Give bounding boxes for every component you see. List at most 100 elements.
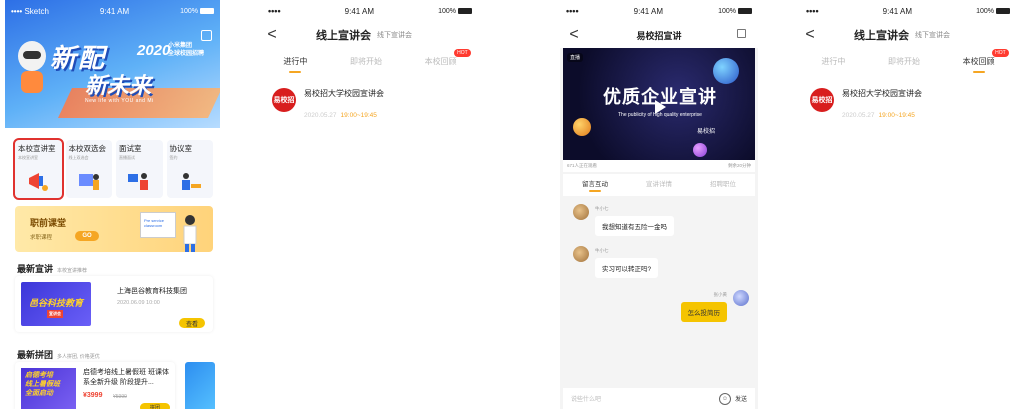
message-user: 牛小七 (595, 206, 609, 211)
hot-badge: HOT (454, 48, 471, 57)
feature-agreement-room[interactable]: 协议室 签约 (166, 140, 213, 198)
status-time: 9:41 AM (99, 6, 130, 16)
lecture-title: 易校招大学校园宣讲会 (842, 89, 922, 98)
battery-icon (458, 8, 472, 14)
send-area: ☺ 发送 (718, 392, 747, 405)
tab-review[interactable]: 本校回顾 HOT (963, 48, 1009, 73)
tab-label: 本校回顾 (424, 56, 457, 66)
battery: 100% (718, 8, 752, 15)
people-icon (78, 174, 99, 190)
tab-ongoing[interactable]: 进行中 (283, 56, 307, 73)
status-bar: •••• 9:41 AM 100% (800, 0, 1016, 22)
thumb-text: 邑谷科技教育 (29, 298, 84, 308)
group-buy-card-2[interactable] (185, 362, 215, 409)
nav-bar: < 线上宣讲会 线下宣讲会 (800, 22, 1016, 48)
back-icon[interactable]: < (800, 26, 820, 44)
comment-bar: 说些什么吧 ☺ 发送 (563, 388, 755, 409)
course-thumbnail: 启德考培 线上暑假班 全面启动 (21, 368, 76, 409)
send-button[interactable]: 发送 (735, 394, 747, 403)
section-title: 最新宣讲 (17, 264, 54, 274)
career-class-banner[interactable]: 职前课堂 求职课程 GO Pre service classroom (15, 206, 213, 252)
share-icon[interactable] (737, 29, 746, 38)
tab-review[interactable]: 本校回顾 HOT (424, 48, 471, 73)
tab-details[interactable]: 宣讲详情 (646, 178, 672, 192)
viewer-count: 671人正在观看 (567, 163, 598, 168)
view-button[interactable]: 查看 (179, 318, 205, 328)
career-title: 职前课堂 (30, 218, 67, 228)
tab-jobs[interactable]: 招聘职位 (710, 178, 736, 192)
feature-sub: 签约 (169, 155, 178, 160)
lecture-item[interactable]: 易校招 易校招大学校园宣讲会 2020.05.27 19:00~19:45 (262, 80, 478, 130)
mascot-illustration (18, 41, 46, 93)
go-button[interactable]: GO (75, 231, 99, 241)
screen-text: Pre service classroom (144, 218, 165, 228)
group-buy-card[interactable]: 启德考培 线上暑假班 全面启动 启德考培线上暑假班 班课体系全新升级 阶段提升.… (15, 362, 175, 409)
lecture-item[interactable]: 易校招 易校招大学校园宣讲会 2020.05.27 19:00~19:45 (800, 80, 1016, 130)
lecture-date: 2020.05.27 (304, 112, 337, 119)
carrier-label: •••• Sketch (11, 7, 49, 16)
feature-interview-room[interactable]: 面试室 直播面试 (116, 140, 163, 198)
avatar[interactable] (573, 246, 589, 262)
battery: 100% (976, 8, 1010, 15)
latest-lecture-card[interactable]: 邑谷科技教育 宣讲会 上海邑谷教育科技集团 2020.06.09 10:00 查看 (15, 276, 213, 332)
tab-upcoming[interactable]: 即将开始 (888, 56, 920, 73)
feature-title: 本校宣讲室 (18, 144, 56, 153)
live-room-screen: •••• 9:41 AM 100% < 易校招宣讲 直播 优质企业宣讲 The … (560, 0, 758, 409)
group-buy-button[interactable]: 拼团 (140, 403, 170, 409)
page-title[interactable]: 线上宣讲会 (316, 27, 371, 43)
page-title[interactable]: 线上宣讲会 (854, 27, 909, 43)
status-bar: •••• 9:41 AM 100% (560, 0, 758, 22)
latest-lecture-heading: 最新宣讲 本校宣讲推荐 (17, 262, 87, 275)
battery-icon (996, 8, 1010, 14)
planet-decoration (713, 58, 739, 84)
page-subtitle-tab[interactable]: 线下宣讲会 (915, 30, 950, 40)
back-icon[interactable]: < (262, 26, 282, 44)
lecture-thumbnail: 邑谷科技教育 宣讲会 (21, 282, 91, 326)
feature-campus-lecture[interactable]: 本校宣讲室 本校宣讲室 (13, 138, 64, 200)
comment-input[interactable]: 说些什么吧 (571, 394, 601, 403)
course-price: ¥3999 (83, 392, 103, 399)
teacher-illustration (183, 215, 197, 252)
video-player[interactable]: 直播 优质企业宣讲 The publicity of high quality … (563, 48, 755, 160)
lecture-title: 上海邑谷教育科技集团 (117, 288, 187, 295)
group-buy-heading: 最新拼团 多人拼团, 价格更优 (17, 348, 100, 361)
emoji-icon[interactable]: ☺ (718, 392, 731, 405)
battery-text: 100% (976, 7, 994, 15)
thumb-text: 启德考培 线上暑假班 全面启动 (25, 372, 60, 397)
feature-sub: 直播面试 (119, 155, 135, 160)
lecture-list-screen: •••• 9:41 AM 100% < 线上宣讲会 线下宣讲会 进行中 即将开始… (262, 0, 478, 409)
message-user: 张小黄 (713, 292, 728, 297)
feature-title: 面试室 (119, 144, 142, 153)
section-sub: 多人拼团, 价格更优 (57, 354, 100, 360)
status-time: 9:41 AM (633, 6, 664, 16)
tab-upcoming[interactable]: 即将开始 (350, 56, 382, 73)
campus-banner[interactable]: •••• Sketch 9:41 AM 100% 新配 2020 小米集团 全球… (5, 0, 220, 128)
section-sub: 本校宣讲推荐 (57, 268, 88, 274)
scan-icon[interactable] (201, 30, 212, 41)
tab-ongoing[interactable]: 进行中 (821, 56, 845, 73)
back-icon[interactable]: < (564, 26, 584, 44)
tab-comments[interactable]: 留言互动 (582, 178, 608, 192)
page-subtitle-tab[interactable]: 线下宣讲会 (377, 30, 412, 40)
message-bubble: 怎么投简历 (680, 302, 727, 322)
battery-text: 100% (180, 7, 198, 15)
banner-headline-2: 新未来 (85, 73, 152, 98)
video-subtitle: The publicity of high quality enterprise (618, 112, 702, 118)
feature-title: 协议室 (169, 144, 193, 153)
status-bar: •••• 9:41 AM 100% (262, 0, 478, 22)
battery: 100% (438, 8, 472, 15)
nav-bar: < 易校招宣讲 (560, 22, 758, 48)
section-title: 最新拼团 (17, 350, 54, 360)
avatar[interactable] (733, 290, 749, 306)
message-bubble: 实习可以转正吗? (595, 258, 659, 278)
status-bar: •••• Sketch 9:41 AM 100% (5, 0, 220, 22)
avatar[interactable] (573, 204, 589, 220)
battery-text: 100% (718, 7, 736, 15)
signal-icon: •••• (806, 6, 819, 16)
planet-decoration (693, 143, 707, 157)
banner-tagline: New life with YOU and Mi (85, 98, 154, 104)
feature-job-fair[interactable]: 本校双选会 线上双选会 (65, 140, 112, 198)
status-time: 9:41 AM (882, 6, 913, 16)
megaphone-icon (29, 173, 48, 191)
banner-year: 2020 (137, 42, 171, 59)
